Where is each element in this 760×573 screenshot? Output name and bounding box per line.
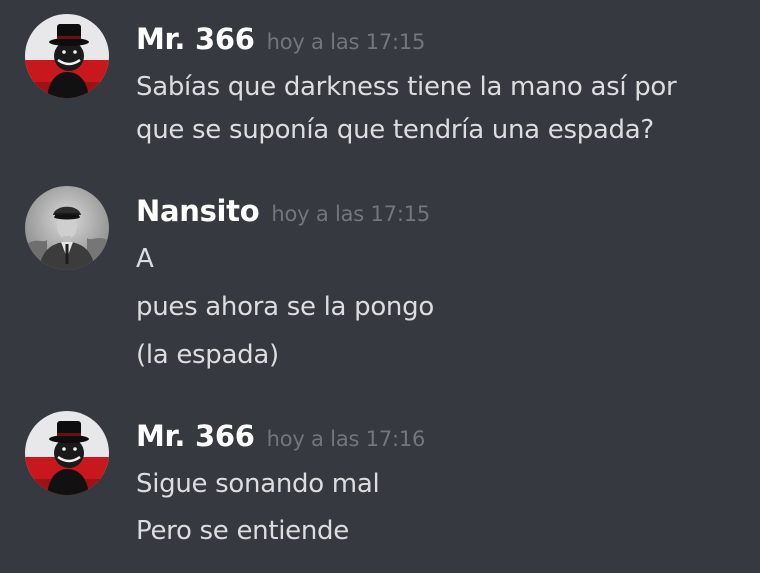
masked-figure-avatar[interactable] xyxy=(25,411,109,495)
masked-figure-avatar[interactable] xyxy=(25,14,109,98)
message-text: que se suponía que tendría una espada? xyxy=(136,115,654,145)
avatar-image xyxy=(25,186,109,270)
message-header: Mr. 366 hoy a las 17:16 xyxy=(136,419,425,453)
avatar-image xyxy=(25,14,109,98)
message-text: Sabías que darkness tiene la mano así po… xyxy=(136,72,677,102)
timestamp: hoy a las 17:16 xyxy=(266,427,426,451)
message-text: Sigue sonando mal xyxy=(136,469,380,499)
message-header: Mr. 366 hoy a las 17:15 xyxy=(136,22,425,56)
username[interactable]: Mr. 366 xyxy=(136,419,255,453)
message-header: Nansito hoy a las 17:15 xyxy=(136,194,430,228)
message-text: (la espada) xyxy=(136,340,279,370)
timestamp: hoy a las 17:15 xyxy=(266,30,426,54)
username[interactable]: Mr. 366 xyxy=(136,22,255,56)
username[interactable]: Nansito xyxy=(136,194,260,228)
message-text: Pero se entiende xyxy=(136,516,349,546)
message-text: A xyxy=(136,244,154,274)
message-text: pues ahora se la pongo xyxy=(136,292,434,322)
avatar-image xyxy=(25,411,109,495)
uniformed-man-photo-avatar[interactable] xyxy=(25,186,109,270)
timestamp: hoy a las 17:15 xyxy=(271,202,431,226)
